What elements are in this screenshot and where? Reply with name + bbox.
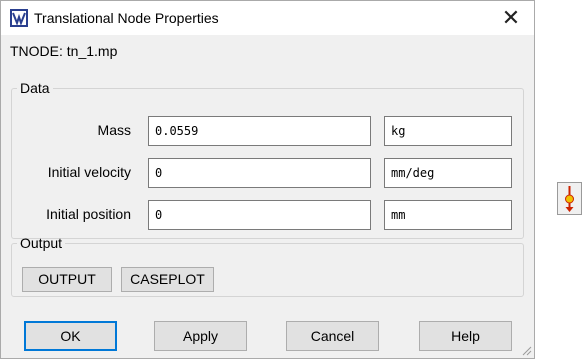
close-button[interactable]: ✕ <box>498 5 524 31</box>
title-bar[interactable]: Translational Node Properties ✕ <box>1 1 534 35</box>
caseplot-button[interactable]: CASEPLOT <box>121 267 214 292</box>
initial-position-label: Initial position <box>46 206 131 222</box>
mass-field[interactable]: 0.0559 <box>148 116 371 146</box>
translational-node-widget[interactable] <box>557 182 582 215</box>
close-icon: ✕ <box>501 5 521 30</box>
output-button[interactable]: OUTPUT <box>22 267 112 292</box>
initial-position-unit-field[interactable]: mm <box>384 200 512 230</box>
app-icon <box>10 9 28 27</box>
output-group-title: Output <box>20 235 63 251</box>
window-title: Translational Node Properties <box>34 10 219 26</box>
help-button[interactable]: Help <box>419 321 512 351</box>
initial-velocity-unit-field[interactable]: mm/deg <box>384 158 512 188</box>
initial-velocity-field[interactable]: 0 <box>148 158 371 188</box>
node-label: TNODE: tn_1.mp <box>10 43 118 59</box>
translational-node-icon <box>565 186 574 212</box>
properties-dialog: Translational Node Properties ✕ TNODE: t… <box>0 0 535 359</box>
data-group-title: Data <box>20 80 50 96</box>
initial-velocity-label: Initial velocity <box>47 164 131 180</box>
mass-label: Mass <box>97 122 131 138</box>
cancel-button[interactable]: Cancel <box>286 321 379 351</box>
resize-grip-icon[interactable] <box>520 344 532 356</box>
apply-button[interactable]: Apply <box>154 321 247 351</box>
ok-button[interactable]: OK <box>24 321 117 351</box>
mass-unit-field[interactable]: kg <box>384 116 512 146</box>
initial-position-field[interactable]: 0 <box>148 200 371 230</box>
